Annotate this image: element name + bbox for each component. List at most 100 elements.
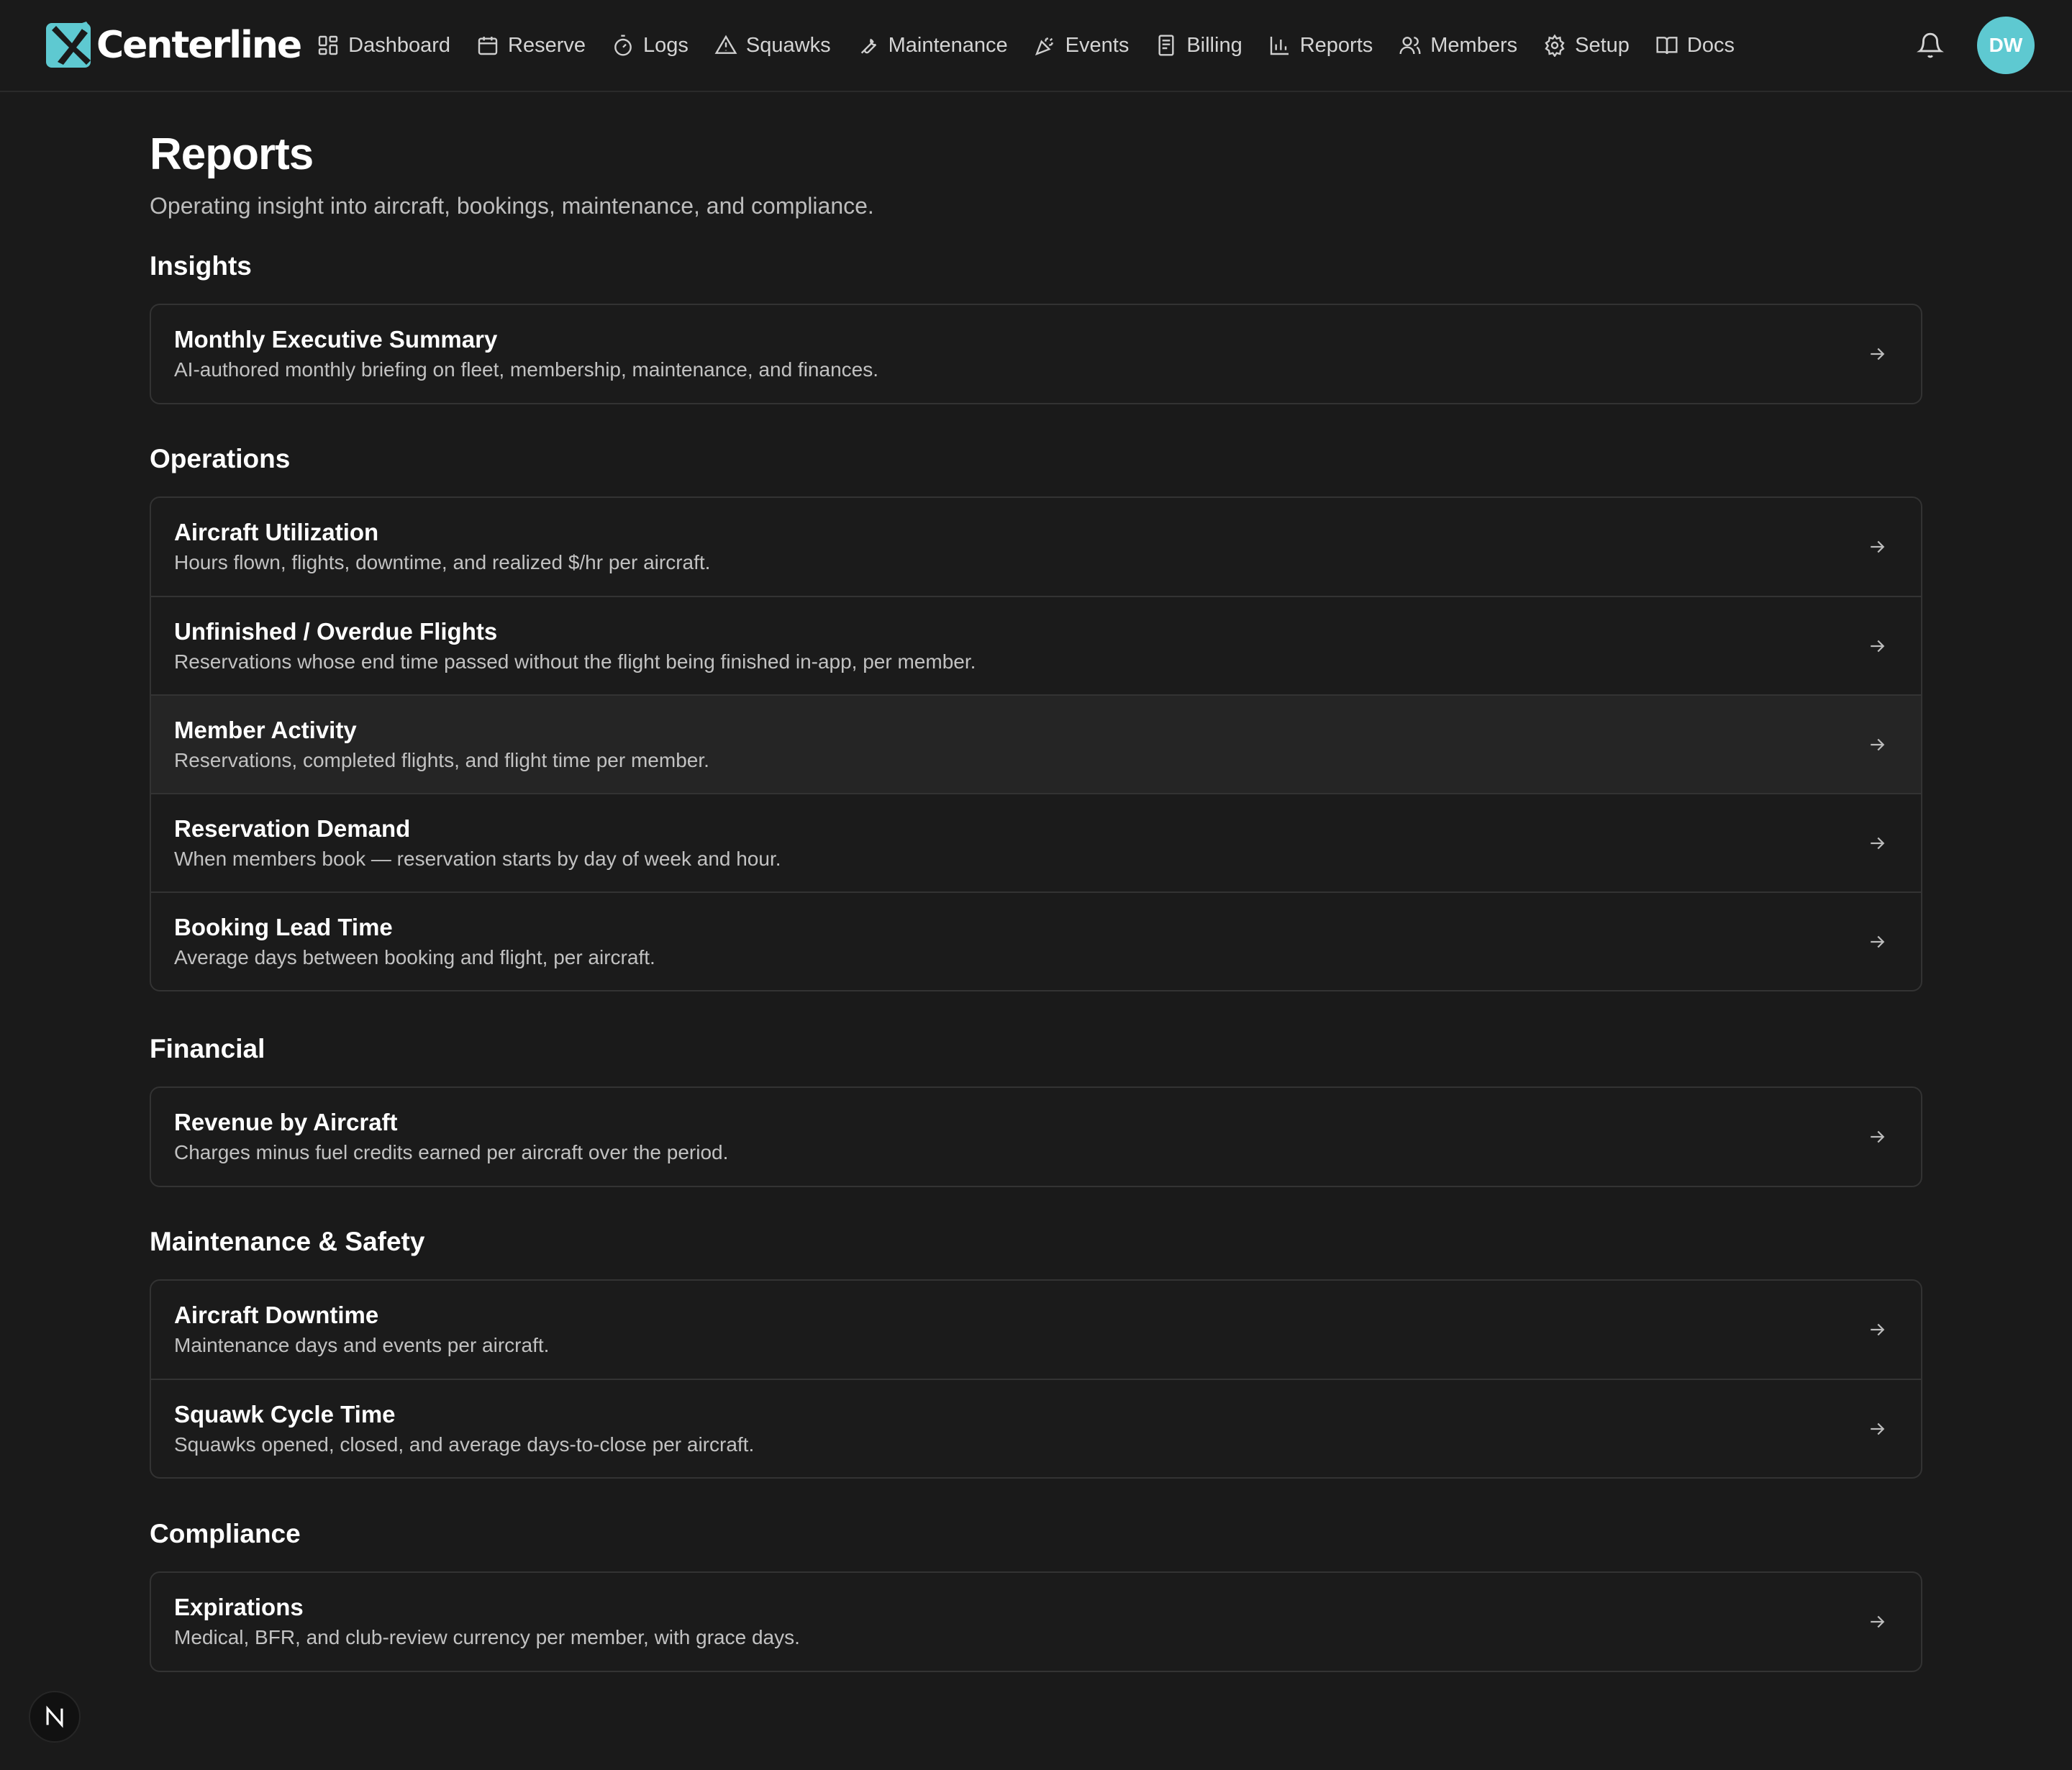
section-title: Financial	[150, 1034, 265, 1063]
report-description: Charges minus fuel credits earned per ai…	[174, 1141, 729, 1163]
nav-item-label: Members	[1430, 33, 1518, 57]
brand-name: Centerline	[96, 24, 302, 67]
arrow-right-icon	[1866, 734, 1888, 755]
nav-item-logs[interactable]: Logs	[604, 22, 707, 68]
bell-icon[interactable]	[1917, 32, 1944, 59]
report-item-booking-lead-time[interactable]: Booking Lead Time Average days between b…	[151, 891, 1921, 990]
report-item-aircraft-downtime[interactable]: Aircraft Downtime Maintenance days and e…	[151, 1281, 1921, 1379]
nav-item-maintenance[interactable]: Maintenance	[850, 22, 1027, 68]
nav-item-docs[interactable]: Docs	[1648, 22, 1753, 68]
report-item-aircraft-utilization[interactable]: Aircraft Utilization Hours flown, flight…	[151, 498, 1921, 596]
nav-item-reserve[interactable]: Reserve	[469, 22, 604, 68]
report-item-squawk-cycle-time[interactable]: Squawk Cycle Time Squawks opened, closed…	[151, 1379, 1921, 1477]
report-list: Revenue by Aircraft Charges minus fuel c…	[150, 1086, 1922, 1187]
nav-item-label: Billing	[1186, 33, 1242, 57]
report-description: Reservations whose end time passed witho…	[174, 650, 976, 673]
page-subtitle: Operating insight into aircraft, booking…	[150, 193, 874, 219]
report-title: Aircraft Downtime	[174, 1302, 379, 1328]
nav-item-label: Maintenance	[888, 33, 1008, 57]
party-popper-icon	[1034, 34, 1057, 57]
section-operations: Operations Aircraft Utilization Hours fl…	[150, 443, 1922, 991]
gear-icon	[1543, 34, 1566, 57]
arrow-right-icon	[1866, 1126, 1888, 1148]
warning-triangle-icon	[714, 34, 737, 57]
report-item-monthly-executive-summary[interactable]: Monthly Executive Summary AI-authored mo…	[151, 305, 1921, 403]
user-avatar[interactable]: DW	[1977, 17, 2035, 74]
nav-item-label: Reports	[1299, 33, 1373, 57]
report-description: AI-authored monthly briefing on fleet, m…	[174, 358, 879, 381]
nav-item-label: Logs	[643, 33, 689, 57]
stopwatch-icon	[612, 34, 635, 57]
nav-item-dashboard[interactable]: Dashboard	[309, 22, 469, 68]
report-item-member-activity[interactable]: Member Activity Reservations, completed …	[151, 694, 1921, 793]
report-item-expirations[interactable]: Expirations Medical, BFR, and club-revie…	[151, 1573, 1921, 1671]
report-item-unfinished-overdue-flights[interactable]: Unfinished / Overdue Flights Reservation…	[151, 596, 1921, 694]
nav-item-billing[interactable]: Billing	[1148, 22, 1260, 68]
section-maintenance-safety: Maintenance & Safety Aircraft Downtime M…	[150, 1226, 1922, 1479]
brand-logo[interactable]: Centerline	[45, 19, 302, 71]
report-title: Aircraft Utilization	[174, 519, 379, 545]
report-list: Aircraft Downtime Maintenance days and e…	[150, 1279, 1922, 1479]
report-title: Revenue by Aircraft	[174, 1109, 398, 1135]
arrow-right-icon	[1866, 832, 1888, 854]
nav-item-members[interactable]: Members	[1391, 22, 1536, 68]
main-nav: Dashboard Reserve Logs Squawks Maintenan…	[309, 22, 1917, 68]
report-description: When members book — reservation starts b…	[174, 848, 781, 870]
nav-item-events[interactable]: Events	[1027, 22, 1148, 68]
nav-item-label: Setup	[1575, 33, 1630, 57]
report-description: Maintenance days and events per aircraft…	[174, 1334, 550, 1356]
nav-item-label: Dashboard	[348, 33, 451, 57]
section-insights: Insights Monthly Executive Summary AI-au…	[150, 250, 1922, 404]
reports-page: Reports Operating insight into aircraft,…	[150, 130, 1922, 1672]
report-title: Reservation Demand	[174, 815, 411, 842]
nav-item-reports[interactable]: Reports	[1261, 22, 1392, 68]
report-description: Medical, BFR, and club-review currency p…	[174, 1626, 800, 1648]
report-list: Expirations Medical, BFR, and club-revie…	[150, 1571, 1922, 1672]
wrench-icon	[857, 34, 880, 57]
arrow-right-icon	[1866, 931, 1888, 953]
dev-tools-badge[interactable]	[29, 1691, 81, 1743]
report-description: Squawks opened, closed, and average days…	[174, 1433, 755, 1456]
report-title: Expirations	[174, 1594, 304, 1620]
nav-item-label: Reserve	[508, 33, 586, 57]
users-icon	[1399, 34, 1422, 57]
section-title: Compliance	[150, 1519, 301, 1548]
report-description: Hours flown, flights, downtime, and real…	[174, 551, 711, 573]
arrow-right-icon	[1866, 536, 1888, 558]
report-description: Reservations, completed flights, and fli…	[174, 749, 709, 771]
section-financial: Financial Revenue by Aircraft Charges mi…	[150, 1033, 1922, 1187]
n-logo-icon	[46, 1705, 63, 1728]
report-title: Member Activity	[174, 717, 357, 743]
report-item-revenue-by-aircraft[interactable]: Revenue by Aircraft Charges minus fuel c…	[151, 1088, 1921, 1186]
arrow-right-icon	[1866, 1319, 1888, 1340]
report-title: Unfinished / Overdue Flights	[174, 618, 498, 645]
nav-item-squawks[interactable]: Squawks	[707, 22, 850, 68]
page-title: Reports	[150, 130, 314, 179]
centerline-logo-icon	[46, 22, 91, 68]
calendar-icon	[476, 34, 499, 57]
section-title: Insights	[150, 251, 252, 281]
report-list: Aircraft Utilization Hours flown, flight…	[150, 496, 1922, 991]
bar-chart-icon	[1268, 34, 1291, 57]
report-list: Monthly Executive Summary AI-authored mo…	[150, 304, 1922, 404]
receipt-icon	[1155, 34, 1178, 57]
arrow-right-icon	[1866, 1611, 1888, 1633]
arrow-right-icon	[1866, 1418, 1888, 1440]
grid-icon	[317, 34, 340, 57]
report-title: Squawk Cycle Time	[174, 1401, 396, 1428]
report-description: Average days between booking and flight,…	[174, 946, 655, 968]
top-navigation-bar: Centerline Dashboard Reserve Logs Squawk…	[0, 0, 2072, 92]
report-title: Monthly Executive Summary	[174, 326, 498, 353]
nav-item-label: Events	[1065, 33, 1130, 57]
book-icon	[1655, 34, 1678, 57]
report-title: Booking Lead Time	[174, 914, 393, 940]
report-item-reservation-demand[interactable]: Reservation Demand When members book — r…	[151, 793, 1921, 891]
nav-item-setup[interactable]: Setup	[1536, 22, 1648, 68]
section-title: Maintenance & Safety	[150, 1227, 425, 1256]
section-title: Operations	[150, 444, 291, 473]
nav-item-label: Docs	[1686, 33, 1735, 57]
arrow-right-icon	[1866, 635, 1888, 657]
arrow-right-icon	[1866, 343, 1888, 365]
section-compliance: Compliance Expirations Medical, BFR, and…	[150, 1518, 1922, 1672]
nav-item-label: Squawks	[745, 33, 831, 57]
